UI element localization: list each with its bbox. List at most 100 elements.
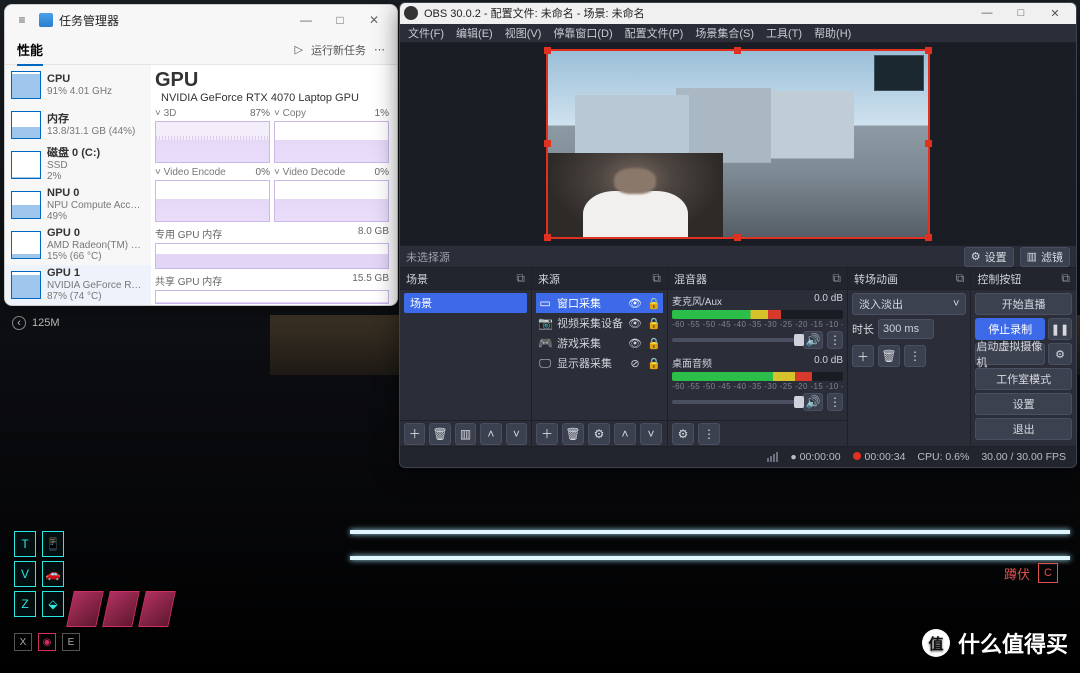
popout-icon[interactable]: ⧉ — [652, 271, 661, 286]
exit-button[interactable]: 退出 — [975, 418, 1072, 440]
hud-slot-car[interactable]: 🚗 — [42, 561, 64, 587]
popout-icon[interactable]: ⧉ — [516, 271, 525, 286]
chevron-down-icon[interactable]: ˅ Copy — [274, 108, 306, 119]
preview-webcam[interactable] — [548, 153, 723, 237]
lock-toggle[interactable]: 🔒 — [647, 297, 661, 310]
move-up-button[interactable]: ˄ — [480, 423, 501, 445]
source-filters-button[interactable]: ▥ 滤镜 — [1020, 247, 1070, 267]
hud-card[interactable] — [138, 591, 176, 627]
source-item[interactable]: 📷 视频采集设备 👁 🔒 — [536, 313, 663, 333]
menu-item[interactable]: 工具(T) — [766, 25, 802, 41]
move-up-button[interactable]: ˄ — [614, 423, 636, 445]
chevron-down-icon[interactable]: ˅ Video Encode — [155, 167, 226, 178]
resize-handle[interactable] — [925, 140, 932, 147]
sidebar-item-npu-0[interactable]: NPU 0 NPU Compute Accel…49% — [5, 185, 151, 225]
source-settings-button[interactable]: ⚙ 设置 — [964, 247, 1014, 267]
hud-slot-t[interactable]: T — [14, 531, 36, 557]
hamburger-icon[interactable]: ≡ — [11, 13, 33, 27]
close-button[interactable]: ✕ — [1038, 7, 1072, 20]
settings-button[interactable]: 设置 — [975, 393, 1072, 415]
pause-record-button[interactable]: ❚❚ — [1048, 318, 1072, 340]
mixer-menu-button[interactable]: ⋮ — [698, 423, 720, 445]
obs-titlebar[interactable]: OBS 30.0.2 - 配置文件: 未命名 - 场景: 未命名 ― □ ✕ — [400, 3, 1076, 24]
volume-slider[interactable] — [672, 338, 799, 342]
taskmgr-window[interactable]: ≡ 任务管理器 ― □ ✕ 性能 ▷ 运行新任务 ⋯ CPU 91% 4.01 … — [4, 4, 398, 306]
popout-icon[interactable]: ⧉ — [832, 271, 841, 286]
studio-mode-button[interactable]: 工作室模式 — [975, 368, 1072, 390]
mute-button[interactable]: 🔊 — [803, 393, 823, 411]
sidebar-item-gpu-1[interactable]: GPU 1 NVIDIA GeForce RT…87% (74 °C) — [5, 265, 151, 305]
sidebar-item-gpu-0[interactable]: GPU 0 AMD Radeon(TM) 8…15% (66 °C) — [5, 225, 151, 265]
menu-item[interactable]: 编辑(E) — [456, 25, 493, 41]
preview-canvas[interactable] — [546, 49, 930, 239]
transition-menu-button[interactable]: ⋮ — [904, 345, 926, 367]
hud-slot-v[interactable]: V — [14, 561, 36, 587]
close-button[interactable]: ✕ — [357, 6, 391, 34]
menu-item[interactable]: 帮助(H) — [814, 25, 851, 41]
source-item[interactable]: 🎮 游戏采集 👁 🔒 — [536, 333, 663, 353]
virtual-cam-button[interactable]: 启动虚拟摄像机 — [975, 343, 1045, 365]
visibility-toggle[interactable]: ⊘ — [628, 357, 642, 370]
visibility-toggle[interactable]: 👁 — [628, 317, 642, 330]
resize-handle[interactable] — [925, 234, 932, 241]
menu-item[interactable]: 文件(F) — [408, 25, 444, 41]
chevron-down-icon[interactable]: ˅ Video Decode — [274, 167, 345, 178]
menu-item[interactable]: 场景集合(S) — [695, 25, 754, 41]
minimize-button[interactable]: ― — [970, 7, 1004, 20]
mixer-settings-button[interactable]: ⚙ — [672, 423, 694, 445]
visibility-toggle[interactable]: 👁 — [628, 337, 642, 350]
resize-handle[interactable] — [734, 47, 741, 54]
add-scene-button[interactable]: ＋ — [404, 423, 425, 445]
menu-item[interactable]: 停靠窗口(D) — [553, 25, 612, 41]
virtual-cam-settings-button[interactable]: ⚙ — [1048, 343, 1072, 365]
move-down-button[interactable]: ˅ — [506, 423, 527, 445]
lock-toggle[interactable]: 🔒 — [647, 357, 661, 370]
move-down-button[interactable]: ˅ — [640, 423, 662, 445]
scene-filter-button[interactable]: ▥ — [455, 423, 476, 445]
hud-card[interactable] — [102, 591, 140, 627]
volume-slider[interactable] — [672, 400, 799, 404]
channel-menu-button[interactable]: ⋮ — [827, 393, 843, 411]
stop-record-button[interactable]: 停止录制 — [975, 318, 1045, 340]
hud-slot-graph[interactable]: ⬙ — [42, 591, 64, 617]
chevron-down-icon[interactable]: ˅ 3D — [155, 108, 176, 119]
sidebar-item--0-c-[interactable]: 磁盘 0 (C:) SSD2% — [5, 145, 151, 185]
maximize-button[interactable]: □ — [1004, 7, 1038, 20]
back-icon[interactable]: ‹ — [12, 316, 26, 330]
resize-handle[interactable] — [544, 234, 551, 241]
sidebar-item-cpu[interactable]: CPU 91% 4.01 GHz — [5, 65, 151, 105]
maximize-button[interactable]: □ — [323, 6, 357, 34]
hud-slot-phone[interactable]: 📱 — [42, 531, 64, 557]
remove-transition-button[interactable]: 🗑 — [878, 345, 900, 367]
sidebar-item--[interactable]: 内存 13.8/31.1 GB (44%) — [5, 105, 151, 145]
run-new-task[interactable]: 运行新任务 — [311, 42, 366, 58]
resize-handle[interactable] — [544, 140, 551, 147]
taskmgr-titlebar[interactable]: ≡ 任务管理器 ― □ ✕ — [5, 5, 397, 35]
source-item[interactable]: ▭ 窗口采集 👁 🔒 — [536, 293, 663, 313]
popout-icon[interactable]: ⧉ — [1061, 271, 1070, 286]
resize-handle[interactable] — [925, 47, 932, 54]
obs-window[interactable]: OBS 30.0.2 - 配置文件: 未命名 - 场景: 未命名 ― □ ✕ 文… — [399, 2, 1077, 468]
remove-source-button[interactable]: 🗑 — [562, 423, 584, 445]
remove-scene-button[interactable]: 🗑 — [429, 423, 450, 445]
channel-menu-button[interactable]: ⋮ — [827, 331, 843, 349]
more-icon[interactable]: ⋯ — [374, 43, 385, 56]
mute-button[interactable]: 🔊 — [803, 331, 823, 349]
tab-performance[interactable]: 性能 — [17, 34, 43, 65]
obs-preview[interactable] — [400, 43, 1076, 245]
menu-item[interactable]: 视图(V) — [505, 25, 542, 41]
run-task-icon[interactable]: ▷ — [295, 43, 303, 56]
resize-handle[interactable] — [734, 234, 741, 241]
duration-input[interactable] — [878, 319, 934, 339]
hud-slot-z[interactable]: Z — [14, 591, 36, 617]
lock-toggle[interactable]: 🔒 — [647, 337, 661, 350]
crouch-key[interactable]: C — [1038, 563, 1058, 583]
popout-icon[interactable]: ⧉ — [956, 271, 965, 286]
minimize-button[interactable]: ― — [289, 6, 323, 34]
transition-select[interactable]: 淡入淡出 ˅ — [852, 293, 966, 315]
add-transition-button[interactable]: ＋ — [852, 345, 874, 367]
start-stream-button[interactable]: 开始直播 — [975, 293, 1072, 315]
lock-toggle[interactable]: 🔒 — [647, 317, 661, 330]
source-item[interactable]: 🖵 显示器采集 ⊘ 🔒 — [536, 353, 663, 373]
scene-item[interactable]: 场景 — [404, 293, 527, 313]
